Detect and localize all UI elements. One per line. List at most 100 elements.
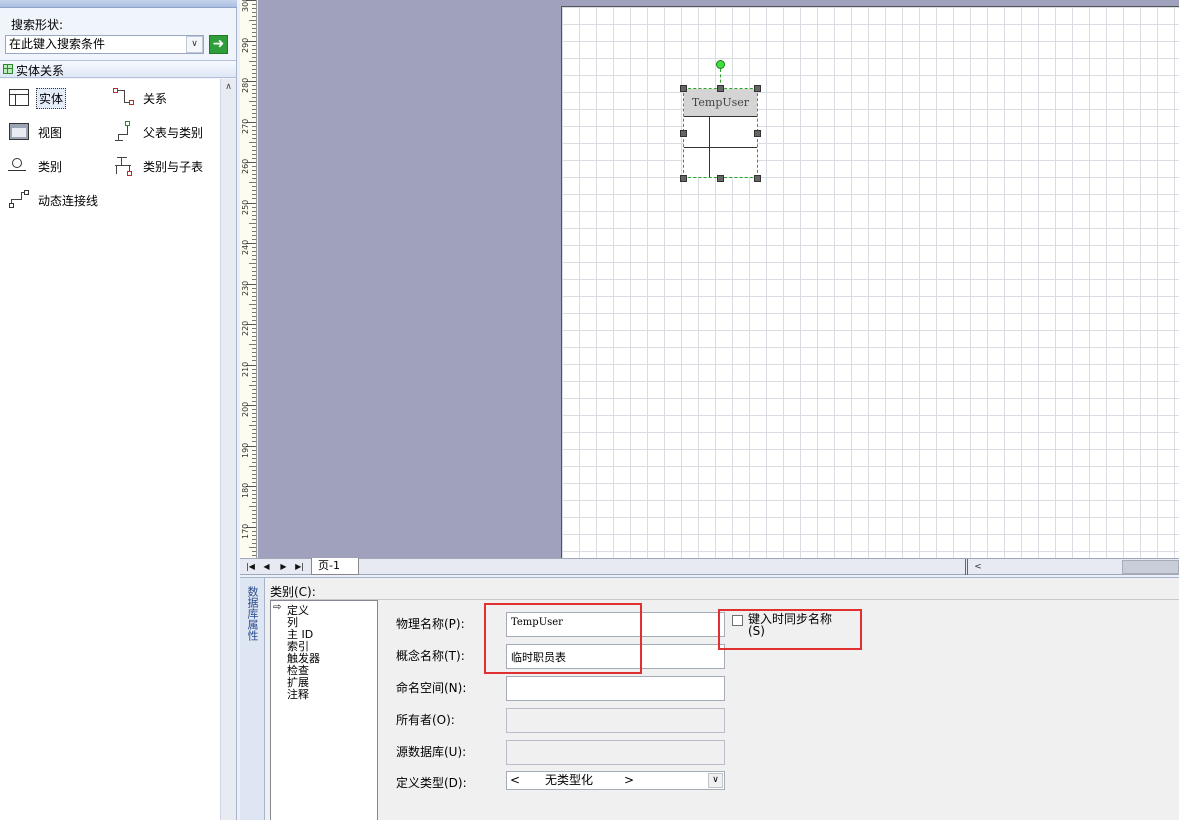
category-item-triggers[interactable]: 触发器 [287, 653, 320, 664]
category-icon [8, 155, 30, 177]
ruler-label: 260 [241, 158, 250, 174]
ruler-minor-tick [252, 271, 256, 272]
ruler-minor-tick [249, 547, 256, 548]
category-item-columns[interactable]: 列 [287, 617, 298, 628]
rotation-handle[interactable] [716, 60, 725, 69]
ruler-minor-tick [252, 482, 256, 483]
next-page-icon[interactable]: ▶ [277, 560, 290, 574]
ruler-minor-tick [252, 93, 256, 94]
scroll-up-icon[interactable]: ∧ [221, 79, 236, 95]
category-item-definition[interactable]: 定义 [287, 605, 309, 616]
horizontal-scroll-thumb[interactable] [1122, 560, 1179, 574]
ruler-minor-tick [252, 146, 256, 147]
ruler-minor-tick [252, 77, 256, 78]
tab-page-1[interactable]: 页-1 [311, 558, 359, 575]
ruler-minor-tick [252, 8, 256, 9]
ruler-minor-tick [252, 275, 256, 276]
drawing-page[interactable] [561, 6, 1179, 558]
ruler-minor-tick [252, 186, 256, 187]
shape-dynamic-connector[interactable]: 动态连接线 [8, 189, 100, 211]
ruler-minor-tick [252, 417, 256, 418]
shape-label: 动态连接线 [38, 193, 99, 208]
ruler-minor-tick [252, 239, 256, 240]
ruler-minor-tick [252, 441, 256, 442]
shape-view[interactable]: 视图 [8, 121, 64, 143]
ruler-minor-tick [252, 429, 256, 430]
ruler-minor-tick [252, 251, 256, 252]
shape-category[interactable]: 类别 [8, 155, 64, 177]
shape-category-child[interactable]: 类别与子表 [113, 155, 205, 177]
search-input[interactable]: 在此键入搜索条件 [5, 35, 204, 54]
conceptual-name-label: 概念名称(T): [396, 649, 465, 663]
category-item-checks[interactable]: 检查 [287, 665, 309, 676]
ruler-minor-tick [252, 454, 256, 455]
stencil-icon [3, 64, 13, 74]
ruler-label: 180 [241, 482, 250, 498]
category-item-extended[interactable]: 扩展 [287, 677, 309, 688]
scroll-left-icon[interactable]: < [972, 560, 984, 574]
shape-relationship[interactable]: 关系 [113, 87, 169, 109]
ruler-label: 210 [241, 361, 250, 377]
shapes-scrollbar[interactable]: ∧ [220, 79, 236, 820]
shape-entity[interactable]: 实体 [8, 87, 67, 109]
entity-shape[interactable]: TempUser [683, 88, 758, 178]
resize-handle[interactable] [680, 130, 687, 137]
ruler-minor-tick [252, 126, 256, 127]
ruler-minor-tick [252, 166, 256, 167]
ruler-minor-tick [252, 227, 256, 228]
shapes-panel: 搜索形状: 在此键入搜索条件 ∨ ➜ 实体关系 实体 关系 视图 父表与类别 类… [0, 0, 237, 820]
type-left-bracket: < [510, 773, 521, 787]
definition-type-select[interactable]: < 无类型化 > ∨ [506, 771, 725, 790]
stencil-header[interactable]: 实体关系 [0, 60, 236, 78]
ruler-minor-tick [252, 551, 256, 552]
search-dropdown-icon[interactable]: ∨ [186, 36, 203, 53]
ruler-minor-tick [252, 296, 256, 297]
category-list: ⇨ 定义 列 主 ID 索引 触发器 检查 扩展 注释 [270, 600, 378, 820]
last-page-icon[interactable]: ▶| [293, 560, 306, 574]
resize-handle[interactable] [717, 175, 724, 182]
ruler-minor-tick [252, 369, 256, 370]
entity-body [684, 117, 757, 177]
ruler-minor-tick [252, 113, 256, 114]
ruler-minor-tick [252, 490, 256, 491]
ruler-minor-tick [252, 360, 256, 361]
shape-parent-category[interactable]: 父表与类别 [113, 121, 205, 143]
ruler-minor-tick [252, 470, 256, 471]
prev-page-icon[interactable]: ◀ [260, 560, 273, 574]
chevron-down-icon[interactable]: ∨ [708, 773, 723, 788]
resize-handle[interactable] [717, 85, 724, 92]
highlight-box-sync [718, 609, 862, 650]
properties-side-tab[interactable]: 数据库属性 [240, 578, 265, 820]
ruler-minor-tick [252, 105, 256, 106]
resize-handle[interactable] [754, 85, 761, 92]
ruler-minor-tick [252, 300, 256, 301]
category-item-notes[interactable]: 注释 [287, 689, 309, 700]
ruler-minor-tick [252, 73, 256, 74]
ruler-minor-tick [252, 4, 256, 5]
ruler-minor-tick [252, 316, 256, 317]
ruler-minor-tick [249, 20, 256, 21]
ruler-minor-tick [252, 308, 256, 309]
owner-input [506, 708, 725, 733]
ruler-minor-tick [252, 514, 256, 515]
resize-handle[interactable] [754, 130, 761, 137]
ruler-minor-tick [252, 539, 256, 540]
ruler-minor-tick [252, 531, 256, 532]
resize-handle[interactable] [754, 175, 761, 182]
category-label: 类别(C): [270, 585, 316, 599]
search-go-button[interactable]: ➜ [209, 35, 228, 54]
relationship-icon [113, 87, 135, 109]
tab-splitter[interactable] [965, 559, 968, 575]
namespace-input[interactable] [506, 676, 725, 701]
category-item-indexes[interactable]: 索引 [287, 641, 309, 652]
shape-label: 实体 [36, 87, 67, 109]
resize-handle[interactable] [680, 85, 687, 92]
ruler-minor-tick [252, 65, 256, 66]
ruler-minor-tick [252, 332, 256, 333]
category-item-primary-id[interactable]: 主 ID [287, 629, 313, 640]
ruler-minor-tick [249, 466, 256, 467]
first-page-icon[interactable]: |◀ [244, 560, 257, 574]
resize-handle[interactable] [680, 175, 687, 182]
ruler-minor-tick [252, 373, 256, 374]
ruler-minor-tick [249, 101, 256, 102]
